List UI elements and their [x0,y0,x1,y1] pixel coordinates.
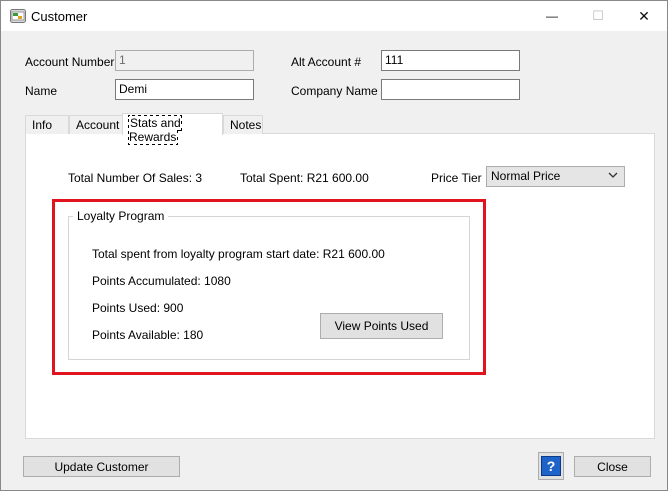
highlight-box [52,199,486,375]
minimize-icon: — [546,9,558,23]
account-number-field[interactable]: 1 [115,50,254,71]
app-icon [10,9,26,23]
minimize-button[interactable]: — [529,1,575,31]
price-tier-select[interactable]: Normal Price [486,166,625,187]
close-icon: ✕ [638,7,650,24]
tab-notes[interactable]: Notes [223,115,263,134]
account-number-label: Account Number [25,55,115,69]
total-sales-text: Total Number Of Sales: 3 [68,171,203,185]
alt-account-label: Alt Account # [291,55,362,69]
company-name-label: Company Name [291,84,378,98]
customer-window: Customer — ☐ ✕ Account Number 1 Alt Acco… [0,0,668,491]
window-title: Customer [31,9,88,24]
close-button[interactable]: Close [574,456,651,477]
tab-info[interactable]: Info [25,115,69,134]
tab-stats-and-rewards[interactable]: Stats and Rewards [122,113,223,145]
price-tier-value: Normal Price [491,169,561,183]
close-window-button[interactable]: ✕ [621,1,667,31]
price-tier-label: Price Tier [431,171,482,185]
total-spent-text: Total Spent: R21 600.00 [240,171,369,185]
alt-account-field[interactable]: 111 [381,50,520,71]
name-field[interactable]: Demi [115,79,254,100]
company-name-field[interactable] [381,79,520,100]
title-bar: Customer — ☐ ✕ [1,1,667,31]
tab-account[interactable]: Account [69,115,123,134]
name-label: Name [25,84,58,98]
maximize-button[interactable]: ☐ [575,1,621,31]
help-button[interactable]: ? [538,452,564,480]
chevron-down-icon [608,172,618,178]
update-customer-button[interactable]: Update Customer [23,456,180,477]
maximize-icon: ☐ [592,8,604,23]
help-icon: ? [541,456,561,476]
